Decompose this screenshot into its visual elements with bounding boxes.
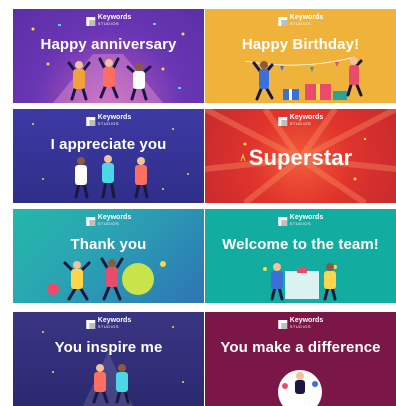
- card-title: Thank you: [70, 236, 147, 253]
- card-grid: Keywords STUDIOS Happy anniversary Keywor…: [12, 8, 396, 406]
- card-title: Happy Birthday!: [241, 36, 360, 53]
- keywords-mark-icon: [85, 319, 95, 329]
- keywords-logo: Keywords STUDIOS: [85, 114, 131, 127]
- card-title: Welcome to the team!: [222, 236, 379, 253]
- card-title: You inspire me: [54, 339, 163, 356]
- card-superstar[interactable]: Keywords STUDIOS Superstar: [205, 109, 396, 203]
- card-i-appreciate-you[interactable]: Keywords STUDIOS I appreciate you: [13, 109, 204, 203]
- brand-sub: STUDIOS: [97, 221, 120, 226]
- card-title: Superstar: [248, 145, 353, 170]
- keywords-mark-icon: [277, 216, 287, 226]
- keywords-logo: Keywords STUDIOS: [277, 114, 323, 127]
- card-title: Happy anniversary: [40, 36, 177, 53]
- card-title: I appreciate you: [50, 136, 167, 153]
- keywords-logo: Keywords STUDIOS: [277, 214, 323, 227]
- brand-sub: STUDIOS: [97, 324, 120, 329]
- keywords-mark-icon: [277, 116, 287, 126]
- keywords-mark-icon: [277, 319, 287, 329]
- brand-sub: STUDIOS: [289, 121, 312, 126]
- card-title: You make a difference: [220, 339, 381, 356]
- brand-sub: STUDIOS: [289, 324, 312, 329]
- card-welcome-to-the-team[interactable]: Keywords STUDIOS Welcome to the team!: [205, 209, 396, 303]
- card-happy-anniversary[interactable]: Keywords STUDIOS Happy anniversary: [13, 9, 204, 103]
- card-you-inspire-me[interactable]: Keywords STUDIOS You inspire me: [13, 312, 204, 406]
- keywords-logo: Keywords STUDIOS: [85, 214, 131, 227]
- keywords-logo: Keywords STUDIOS: [85, 14, 131, 27]
- brand-sub: STUDIOS: [97, 121, 120, 126]
- card-happy-birthday[interactable]: Keywords STUDIOS Happy Birthday!: [205, 9, 396, 103]
- keywords-logo: Keywords STUDIOS: [277, 14, 323, 27]
- keywords-logo: Keywords STUDIOS: [277, 317, 323, 330]
- card-thank-you[interactable]: Keywords STUDIOS Thank you: [13, 209, 204, 303]
- keywords-mark-icon: [85, 216, 95, 226]
- keywords-logo: Keywords STUDIOS: [85, 317, 131, 330]
- keywords-mark-icon: [277, 16, 287, 26]
- brand-sub: STUDIOS: [289, 21, 312, 26]
- card-you-make-a-difference[interactable]: Keywords STUDIOS You make a difference: [205, 312, 396, 406]
- brand-sub: STUDIOS: [289, 221, 312, 226]
- keywords-mark-icon: [85, 16, 95, 26]
- keywords-mark-icon: [85, 116, 95, 126]
- brand-sub: STUDIOS: [97, 21, 120, 26]
